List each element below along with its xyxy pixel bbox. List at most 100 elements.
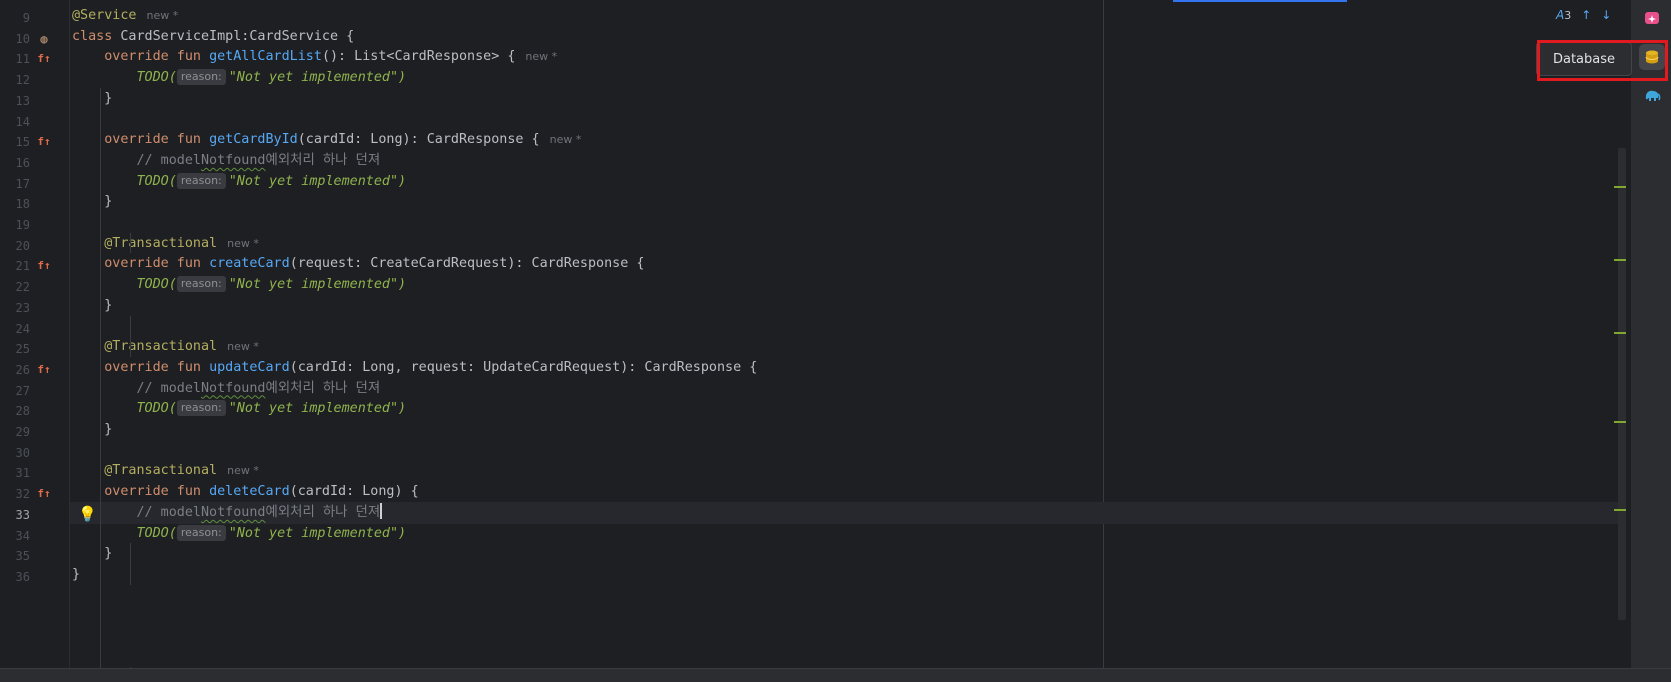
code-line[interactable]: override fun createCard(request: CreateC… bbox=[70, 253, 1626, 275]
code-line[interactable]: TODO(reason: "Not yet implemented") bbox=[70, 398, 1626, 420]
code-line[interactable] bbox=[70, 212, 1626, 234]
author-hint[interactable]: new * bbox=[227, 237, 259, 250]
fn-token: getCardById bbox=[209, 132, 298, 148]
str-token: "Not yet implemented") bbox=[228, 401, 407, 417]
cm-token: // model bbox=[136, 152, 202, 168]
implements-method-icon[interactable]: f↑ bbox=[37, 135, 51, 149]
todo-token: TODO( bbox=[136, 401, 177, 417]
change-marker[interactable] bbox=[1614, 509, 1626, 511]
typo-inspection[interactable]: A3 bbox=[1556, 8, 1571, 22]
line-number: 14 bbox=[15, 114, 30, 129]
line-number: 20 bbox=[15, 238, 30, 253]
ai-assistant-button[interactable] bbox=[1639, 6, 1665, 32]
code-line-text: } bbox=[72, 419, 112, 441]
inspections-widget[interactable]: A3 ↑ ↓ bbox=[1556, 6, 1611, 24]
code-line-text: TODO(reason: "Not yet implemented") bbox=[72, 398, 406, 420]
author-hint[interactable]: new * bbox=[147, 9, 179, 22]
line-number: 9 bbox=[22, 11, 30, 25]
change-marker[interactable] bbox=[1614, 259, 1626, 261]
right-tool-window-bar bbox=[1630, 0, 1671, 668]
author-hint[interactable]: new * bbox=[227, 340, 259, 353]
str-token: "Not yet implemented") bbox=[228, 70, 407, 86]
code-line[interactable]: TODO(reason: "Not yet implemented") bbox=[70, 171, 1626, 193]
cm-token: // model bbox=[136, 380, 202, 396]
lightbulb-icon[interactable]: 💡 bbox=[78, 506, 97, 521]
kw-token: override fun bbox=[104, 256, 210, 272]
code-line[interactable]: override fun deleteCard(cardId: Long) { bbox=[70, 481, 1626, 503]
implements-method-icon[interactable]: f↑ bbox=[37, 487, 51, 501]
cm-token: 예외처리 하나 던져 bbox=[265, 152, 381, 168]
line-number: 23 bbox=[15, 300, 30, 315]
code-line[interactable]: TODO(reason: "Not yet implemented") bbox=[70, 274, 1626, 296]
code-line[interactable]: @Transactional new * bbox=[70, 233, 1626, 255]
code-line[interactable] bbox=[70, 440, 1626, 462]
line-number: 32 bbox=[15, 487, 30, 502]
line-number: 16 bbox=[15, 155, 30, 170]
code-line[interactable]: } bbox=[70, 88, 1626, 110]
str-token: "Not yet implemented") bbox=[228, 525, 407, 541]
code-line[interactable]: class CardServiceImpl:CardService { bbox=[70, 26, 1626, 48]
previous-highlight-icon[interactable]: ↑ bbox=[1581, 8, 1591, 22]
todo-token: TODO( bbox=[136, 70, 177, 86]
code-line[interactable]: override fun updateCard(cardId: Long, re… bbox=[70, 357, 1626, 379]
indent-guide bbox=[100, 481, 101, 682]
line-number: 22 bbox=[15, 280, 30, 295]
code-editor[interactable]: @Service new * class CardServiceImpl:CardS… bbox=[70, 0, 1626, 682]
implements-method-icon[interactable]: f↑ bbox=[37, 52, 51, 66]
line-number: 35 bbox=[15, 549, 30, 564]
code-line[interactable]: @Transactional new * bbox=[70, 336, 1626, 358]
code-line[interactable]: } bbox=[70, 191, 1626, 213]
code-line[interactable]: } bbox=[70, 543, 1626, 565]
code-line[interactable]: TODO(reason: "Not yet implemented") bbox=[70, 67, 1626, 89]
code-line-text: TODO(reason: "Not yet implemented") bbox=[72, 171, 406, 193]
kw-token: override fun bbox=[104, 484, 210, 500]
code-line[interactable]: } bbox=[70, 295, 1626, 317]
implements-method-icon[interactable]: f↑ bbox=[37, 363, 51, 377]
line-number: 25 bbox=[15, 342, 30, 357]
kw-token: override fun bbox=[104, 49, 210, 65]
author-hint[interactable]: new * bbox=[227, 464, 259, 477]
line-number: 19 bbox=[15, 218, 30, 232]
cm-token: 예외처리 하나 던져 bbox=[265, 504, 381, 520]
change-marker[interactable] bbox=[1614, 421, 1626, 423]
implements-method-icon[interactable]: f↑ bbox=[37, 259, 51, 273]
code-line[interactable] bbox=[70, 109, 1626, 131]
code-token: (): List<CardResponse> { bbox=[321, 49, 516, 65]
line-number: 18 bbox=[15, 197, 30, 212]
code-line[interactable] bbox=[70, 316, 1626, 338]
code-line-text: } bbox=[72, 191, 112, 213]
line-number: 15 bbox=[15, 135, 30, 150]
vertical-scrollbar[interactable] bbox=[1618, 148, 1626, 620]
text-caret bbox=[380, 502, 382, 519]
ai-assistant-icon bbox=[1645, 12, 1659, 24]
change-marker[interactable] bbox=[1614, 332, 1626, 334]
code-line[interactable]: // modelNotfound예외처리 하나 던져 bbox=[70, 150, 1626, 172]
author-hint[interactable]: new * bbox=[550, 133, 582, 146]
code-line[interactable]: override fun getCardById(cardId: Long): … bbox=[70, 129, 1626, 151]
next-highlight-icon[interactable]: ↓ bbox=[1601, 8, 1611, 22]
code-line[interactable]: // modelNotfound예외처리 하나 던져 bbox=[70, 378, 1626, 400]
line-number: 17 bbox=[15, 176, 30, 191]
code-line-text: override fun getCardById(cardId: Long): … bbox=[72, 129, 581, 151]
code-line-text: // modelNotfound예외처리 하나 던져 bbox=[72, 378, 381, 400]
code-line[interactable]: } bbox=[70, 564, 1626, 586]
code-line[interactable]: @Transactional new * bbox=[70, 460, 1626, 482]
change-marker[interactable] bbox=[1614, 186, 1626, 188]
elephant-tool-button[interactable] bbox=[1639, 82, 1665, 108]
code-line[interactable]: } bbox=[70, 419, 1626, 441]
code-line[interactable]: TODO(reason: "Not yet implemented") bbox=[70, 523, 1626, 545]
spring-bean-icon[interactable]: ◍ bbox=[37, 32, 51, 46]
line-number: 36 bbox=[15, 569, 30, 584]
code-line-text: override fun getAllCardList(): List<Card… bbox=[72, 46, 557, 68]
code-line[interactable]: override fun getAllCardList(): List<Card… bbox=[70, 46, 1626, 68]
author-hint[interactable]: new * bbox=[525, 50, 557, 63]
line-number: 33 bbox=[15, 507, 30, 522]
line-number: 29 bbox=[15, 425, 30, 439]
line-gutter[interactable]: 9 10 ◍ 11 f↑ 12 13 14 15 f↑ 16 17 18 19 20 21 f↑ 22 23 24 25… bbox=[0, 0, 70, 668]
code-line[interactable]: // modelNotfound예외처리 하나 던져 bbox=[70, 501, 1626, 524]
line-number: 28 bbox=[15, 404, 30, 419]
code-line[interactable]: @Service new * bbox=[70, 5, 1626, 27]
